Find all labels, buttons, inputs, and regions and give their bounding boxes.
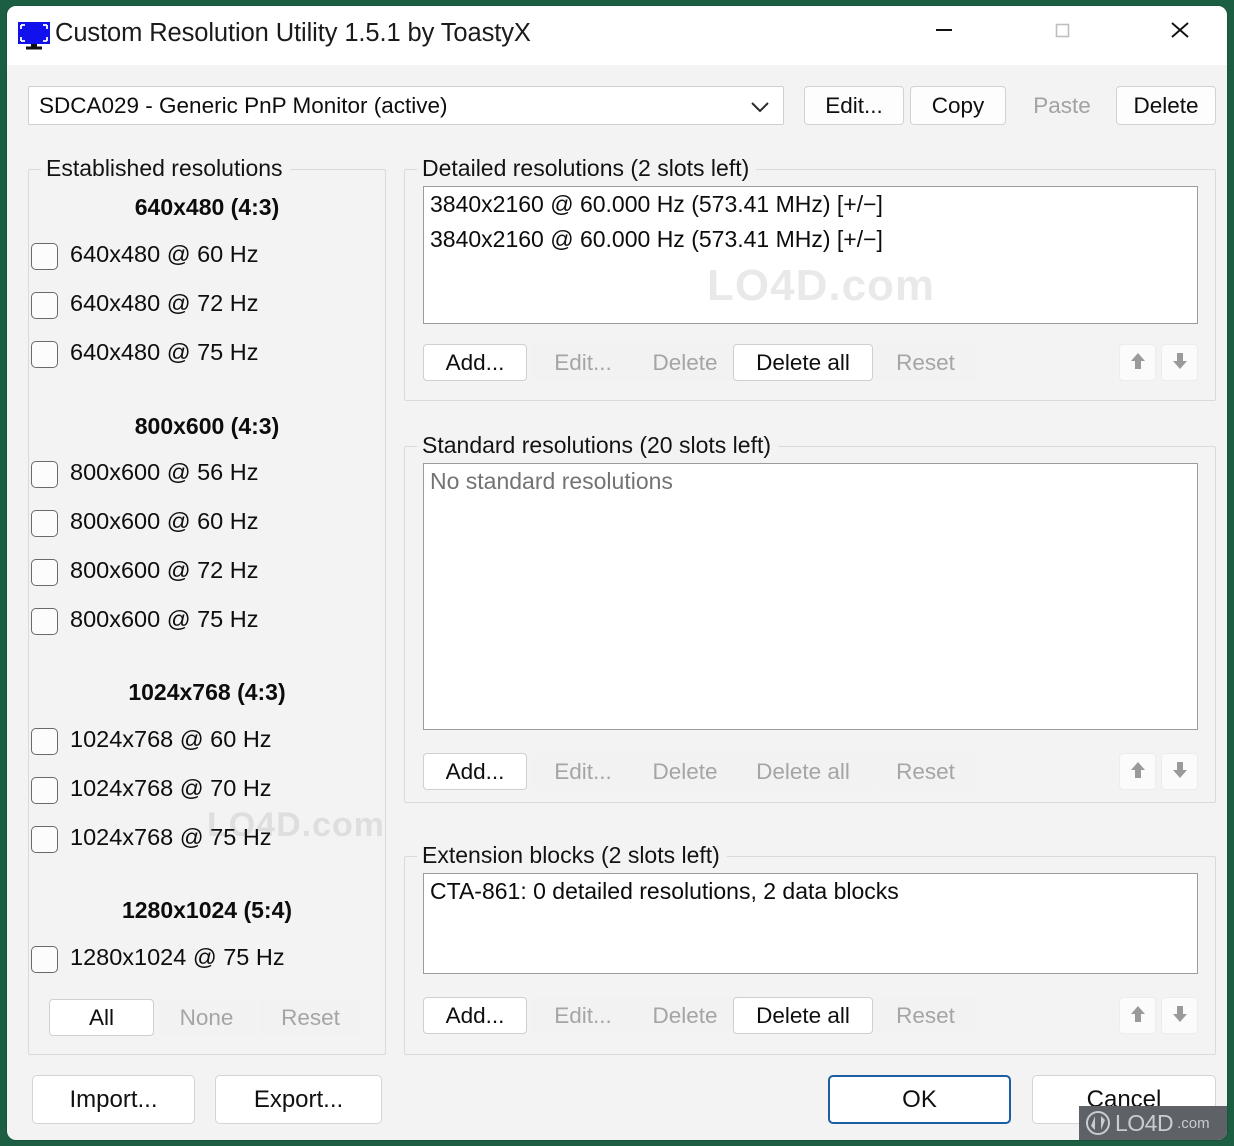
established-checkbox-label: 1024x768 @ 60 Hz (70, 726, 272, 753)
detailed-reset-button: Reset (875, 344, 976, 381)
arrow-up-icon (1128, 759, 1148, 781)
lo4d-logo-icon (1085, 1111, 1111, 1135)
detailed-delete-button: Delete (634, 344, 736, 381)
extension-move-down-button[interactable] (1161, 997, 1198, 1034)
detailed-resolutions-legend: Detailed resolutions (2 slots left) (417, 155, 756, 182)
standard-reset-button: Reset (875, 753, 976, 790)
arrow-up-icon (1128, 1003, 1148, 1025)
arrow-down-icon (1170, 759, 1190, 781)
title-bar: Custom Resolution Utility 1.5.1 by Toast… (7, 6, 1227, 65)
detailed-add-button[interactable]: Add... (423, 344, 527, 381)
established-checkbox[interactable] (31, 608, 58, 635)
arrow-up-icon (1128, 350, 1148, 372)
list-item[interactable]: 3840x2160 @ 60.000 Hz (573.41 MHz) [+/−] (424, 187, 1197, 222)
extension-blocks-legend: Extension blocks (2 slots left) (417, 842, 727, 869)
watermark-text: LO4D (1115, 1110, 1173, 1137)
export-button[interactable]: Export... (215, 1075, 382, 1124)
standard-move-up-button[interactable] (1119, 753, 1156, 790)
established-checkbox[interactable] (31, 946, 58, 973)
minimize-button[interactable] (913, 6, 975, 54)
established-checkbox[interactable] (31, 461, 58, 488)
detailed-move-up-button[interactable] (1119, 344, 1156, 381)
watermark-badge: LO4D .com (1079, 1106, 1227, 1140)
established-checkbox-label: 640x480 @ 60 Hz (70, 241, 258, 268)
established-checkbox-label: 1024x768 @ 70 Hz (70, 775, 272, 802)
established-resolutions-legend: Established resolutions (41, 155, 290, 182)
established-reset-button: Reset (259, 999, 362, 1036)
copy-monitor-button[interactable]: Copy (910, 86, 1006, 125)
established-checkbox-label: 640x480 @ 72 Hz (70, 290, 258, 317)
arrow-down-icon (1170, 350, 1190, 372)
arrow-down-icon (1170, 1003, 1190, 1025)
detailed-delete-all-button[interactable]: Delete all (733, 344, 873, 381)
detailed-resolutions-list[interactable]: 3840x2160 @ 60.000 Hz (573.41 MHz) [+/−]… (423, 186, 1198, 324)
established-checkbox-label: 1024x768 @ 75 Hz (70, 824, 272, 851)
extension-reset-button: Reset (875, 997, 976, 1034)
standard-delete-all-button: Delete all (733, 753, 873, 790)
established-none-button: None (158, 999, 255, 1036)
established-checkbox[interactable] (31, 826, 58, 853)
established-checkbox-label: 640x480 @ 75 Hz (70, 339, 258, 366)
established-checkbox[interactable] (31, 728, 58, 755)
established-checkbox[interactable] (31, 510, 58, 537)
watermark-suffix: .com (1177, 1115, 1210, 1132)
resolution-group-heading: 640x480 (4:3) (28, 194, 386, 221)
extension-add-button[interactable]: Add... (423, 997, 527, 1034)
established-checkbox[interactable] (31, 341, 58, 368)
maximize-button[interactable] (1031, 6, 1093, 54)
extension-delete-button: Delete (634, 997, 736, 1034)
maximize-icon (1050, 20, 1074, 40)
resolution-group-heading: 1280x1024 (5:4) (28, 897, 386, 924)
established-checkbox[interactable] (31, 243, 58, 270)
detailed-move-down-button[interactable] (1161, 344, 1198, 381)
established-checkbox[interactable] (31, 777, 58, 804)
standard-move-down-button[interactable] (1161, 753, 1198, 790)
close-button[interactable] (1149, 6, 1211, 54)
standard-list-placeholder: No standard resolutions (424, 464, 1197, 499)
established-checkbox-label: 1280x1024 @ 75 Hz (70, 944, 285, 971)
import-button[interactable]: Import... (32, 1075, 195, 1124)
chevron-down-icon (749, 100, 771, 119)
extension-blocks-list[interactable]: CTA-861: 0 detailed resolutions, 2 data … (423, 873, 1198, 974)
delete-monitor-button[interactable]: Delete (1116, 86, 1216, 125)
monitor-icon (16, 21, 52, 51)
resolution-group-heading: 800x600 (4:3) (28, 413, 386, 440)
detailed-edit-button: Edit... (531, 344, 635, 381)
monitor-select[interactable]: SDCA029 - Generic PnP Monitor (active) (28, 86, 784, 125)
extension-edit-button: Edit... (531, 997, 635, 1034)
established-checkbox-label: 800x600 @ 75 Hz (70, 606, 258, 633)
paste-monitor-button: Paste (1012, 86, 1112, 125)
standard-resolutions-list[interactable]: No standard resolutions (423, 463, 1198, 730)
established-checkbox-label: 800x600 @ 60 Hz (70, 508, 258, 535)
standard-edit-button: Edit... (531, 753, 635, 790)
ok-button[interactable]: OK (828, 1075, 1011, 1124)
edit-monitor-button[interactable]: Edit... (804, 86, 904, 125)
established-checkbox-label: 800x600 @ 72 Hz (70, 557, 258, 584)
established-checkbox[interactable] (31, 559, 58, 586)
minimize-icon (932, 20, 956, 40)
cru-main-window: Custom Resolution Utility 1.5.1 by Toast… (7, 6, 1227, 1140)
window-title: Custom Resolution Utility 1.5.1 by Toast… (55, 19, 531, 48)
resolution-group-heading: 1024x768 (4:3) (28, 679, 386, 706)
list-item[interactable]: CTA-861: 0 detailed resolutions, 2 data … (424, 874, 1197, 909)
established-all-button[interactable]: All (49, 999, 154, 1036)
monitor-select-value: SDCA029 - Generic PnP Monitor (active) (39, 93, 448, 119)
standard-add-button[interactable]: Add... (423, 753, 527, 790)
extension-delete-all-button[interactable]: Delete all (733, 997, 873, 1034)
standard-delete-button: Delete (634, 753, 736, 790)
standard-resolutions-legend: Standard resolutions (20 slots left) (417, 432, 778, 459)
close-icon (1167, 19, 1193, 41)
established-checkbox[interactable] (31, 292, 58, 319)
extension-move-up-button[interactable] (1119, 997, 1156, 1034)
list-item[interactable]: 3840x2160 @ 60.000 Hz (573.41 MHz) [+/−] (424, 222, 1197, 257)
established-checkbox-label: 800x600 @ 56 Hz (70, 459, 258, 486)
